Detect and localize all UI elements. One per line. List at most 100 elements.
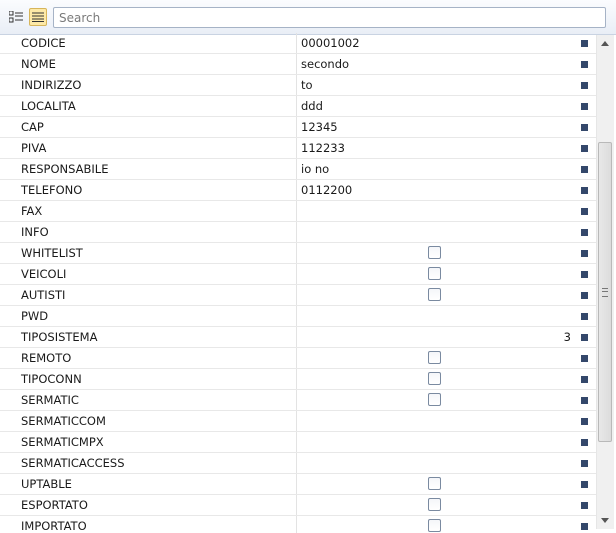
property-checkbox[interactable]	[428, 267, 441, 280]
property-marker-icon[interactable]	[581, 439, 588, 446]
property-marker-icon[interactable]	[581, 40, 588, 47]
property-row[interactable]: IMPORTATO	[0, 516, 596, 533]
column-divider	[296, 96, 297, 116]
property-marker-icon[interactable]	[581, 103, 588, 110]
property-value[interactable]	[301, 306, 571, 326]
property-value[interactable]	[301, 411, 571, 431]
property-marker-icon[interactable]	[581, 355, 588, 362]
property-row[interactable]: WHITELIST	[0, 243, 596, 264]
categorized-view-button[interactable]	[7, 8, 25, 26]
property-value[interactable]: 3	[301, 327, 571, 347]
property-name: LOCALITA	[21, 99, 76, 113]
property-row[interactable]: SERMATICCOM	[0, 411, 596, 432]
property-value[interactable]	[301, 432, 571, 452]
property-marker-icon[interactable]	[581, 82, 588, 89]
property-row[interactable]: AUTISTI	[0, 285, 596, 306]
vertical-scrollbar[interactable]	[596, 35, 614, 529]
property-row[interactable]: LOCALITA ddd	[0, 96, 596, 117]
property-value[interactable]: 00001002	[301, 33, 571, 53]
scroll-up-icon[interactable]	[601, 41, 609, 46]
property-value[interactable]	[301, 222, 571, 242]
property-value[interactable]: 12345	[301, 117, 571, 137]
property-marker-icon[interactable]	[581, 229, 588, 236]
column-divider	[296, 159, 297, 179]
property-row[interactable]: CODICE 00001002	[0, 33, 596, 54]
property-value[interactable]: 0112200	[301, 180, 571, 200]
property-name: TIPOSISTEMA	[21, 330, 98, 344]
property-row[interactable]: TIPOCONN	[0, 369, 596, 390]
property-name: ESPORTATO	[21, 498, 88, 512]
property-name: INFO	[21, 225, 49, 239]
property-row[interactable]: REMOTO	[0, 348, 596, 369]
column-divider	[296, 33, 297, 53]
property-marker-icon[interactable]	[581, 145, 588, 152]
property-marker-icon[interactable]	[581, 292, 588, 299]
property-marker-icon[interactable]	[581, 502, 588, 509]
property-row[interactable]: SERMATICACCESS	[0, 453, 596, 474]
property-checkbox[interactable]	[428, 393, 441, 406]
property-marker-icon[interactable]	[581, 460, 588, 467]
property-value[interactable]: ddd	[301, 96, 571, 116]
property-marker-icon[interactable]	[581, 418, 588, 425]
property-marker-icon[interactable]	[581, 61, 588, 68]
column-divider	[296, 117, 297, 137]
property-value[interactable]	[301, 453, 571, 473]
column-divider	[296, 264, 297, 284]
search-box[interactable]	[53, 7, 606, 28]
alphabetical-view-icon	[32, 12, 44, 22]
property-name: INDIRIZZO	[21, 78, 82, 92]
property-row[interactable]: INFO	[0, 222, 596, 243]
property-value[interactable]: io no	[301, 159, 571, 179]
property-marker-icon[interactable]	[581, 166, 588, 173]
property-row[interactable]: VEICOLI	[0, 264, 596, 285]
property-checkbox[interactable]	[428, 498, 441, 511]
property-name: VEICOLI	[21, 267, 67, 281]
property-row[interactable]: FAX	[0, 201, 596, 222]
property-marker-icon[interactable]	[581, 250, 588, 257]
scroll-down-icon[interactable]	[601, 518, 609, 523]
property-marker-icon[interactable]	[581, 376, 588, 383]
property-row[interactable]: CAP 12345	[0, 117, 596, 138]
property-marker-icon[interactable]	[581, 124, 588, 131]
property-row[interactable]: ESPORTATO	[0, 495, 596, 516]
property-grid: CODICE 00001002 NOME secondo INDIRIZZO to LOCA…	[0, 33, 596, 533]
property-value[interactable]: to	[301, 75, 571, 95]
property-checkbox[interactable]	[428, 519, 441, 532]
property-marker-icon[interactable]	[581, 334, 588, 341]
property-value[interactable]: secondo	[301, 54, 571, 74]
property-row[interactable]: UPTABLE	[0, 474, 596, 495]
property-marker-icon[interactable]	[581, 313, 588, 320]
property-row[interactable]: RESPONSABILE io no	[0, 159, 596, 180]
property-row[interactable]: TELEFONO 0112200	[0, 180, 596, 201]
property-row[interactable]: INDIRIZZO to	[0, 75, 596, 96]
property-row[interactable]: PWD	[0, 306, 596, 327]
property-marker-icon[interactable]	[581, 208, 588, 215]
property-checkbox[interactable]	[428, 372, 441, 385]
search-input[interactable]	[54, 8, 605, 27]
property-value[interactable]	[301, 201, 571, 221]
column-divider	[296, 243, 297, 263]
alphabetical-view-button[interactable]	[29, 8, 47, 26]
property-row[interactable]: NOME secondo	[0, 54, 596, 75]
property-name: SERMATICACCESS	[21, 456, 125, 470]
property-row[interactable]: SERMATICMPX	[0, 432, 596, 453]
scrollbar-thumb[interactable]	[598, 142, 612, 442]
property-name: CODICE	[21, 36, 66, 50]
property-marker-icon[interactable]	[581, 523, 588, 530]
property-checkbox[interactable]	[428, 477, 441, 490]
property-marker-icon[interactable]	[581, 397, 588, 404]
property-marker-icon[interactable]	[581, 271, 588, 278]
property-marker-icon[interactable]	[581, 481, 588, 488]
column-divider	[296, 180, 297, 200]
column-divider	[296, 201, 297, 221]
property-checkbox[interactable]	[428, 246, 441, 259]
property-name: SERMATICCOM	[21, 414, 106, 428]
column-divider	[296, 54, 297, 74]
property-row[interactable]: SERMATIC	[0, 390, 596, 411]
property-checkbox[interactable]	[428, 288, 441, 301]
property-value[interactable]: 112233	[301, 138, 571, 158]
property-row[interactable]: TIPOSISTEMA 3	[0, 327, 596, 348]
property-row[interactable]: PIVA 112233	[0, 138, 596, 159]
property-marker-icon[interactable]	[581, 187, 588, 194]
property-checkbox[interactable]	[428, 351, 441, 364]
